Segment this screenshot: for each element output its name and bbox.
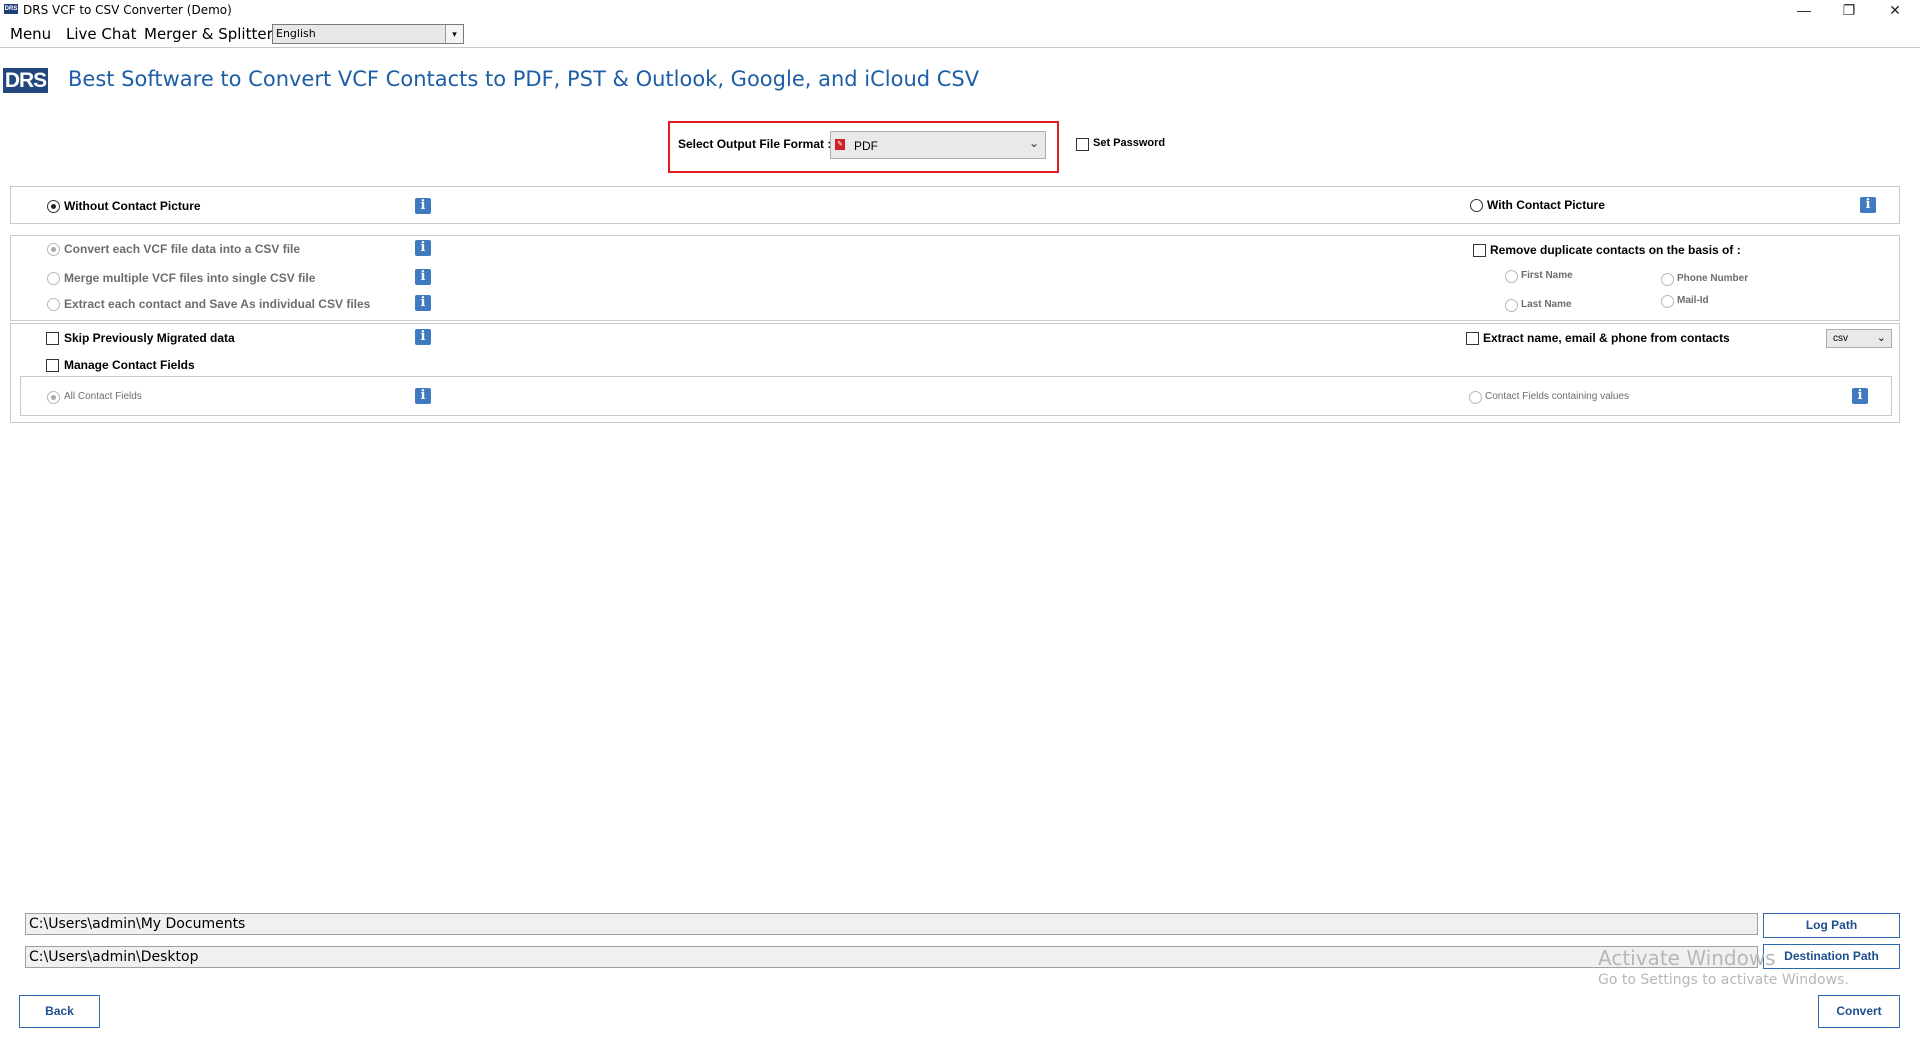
menu-item-menu[interactable]: Menu [10,25,51,43]
all-fields-radio[interactable] [47,391,60,404]
destination-path-button[interactable]: Destination Path [1763,944,1900,969]
without-picture-label: Without Contact Picture [64,199,201,213]
menu-divider [0,47,1920,48]
info-icon[interactable]: i [415,240,431,256]
values-fields-label: Contact Fields containing values [1485,391,1629,402]
convert-each-label: Convert each VCF file data into a CSV fi… [64,242,301,256]
dup-last-name-label: Last Name [1521,299,1572,310]
merge-multiple-label: Merge multiple VCF files into single CSV… [64,271,316,285]
info-icon[interactable]: i [415,295,431,311]
minimize-button[interactable]: — [1781,0,1827,22]
destination-path-field[interactable]: C:\Users\admin\Desktop [25,946,1758,968]
info-icon[interactable]: i [415,269,431,285]
language-select[interactable]: English ▾ [272,24,464,44]
page-headline: Best Software to Convert VCF Contacts to… [68,67,980,91]
all-fields-label: All Contact Fields [64,391,142,402]
with-picture-label: With Contact Picture [1487,198,1605,212]
info-icon[interactable]: i [415,388,431,404]
dup-last-name-radio[interactable] [1505,299,1518,312]
dup-phone-number-radio[interactable] [1661,273,1674,286]
chevron-down-icon: ⌄ [1876,332,1886,344]
language-value: English [276,27,316,40]
dup-mail-id-radio[interactable] [1661,295,1674,308]
values-fields-radio[interactable] [1469,391,1482,404]
skip-migrated-checkbox[interactable] [46,332,59,345]
extract-each-label: Extract each contact and Save As individ… [64,297,371,311]
extract-format-value: csv [1833,333,1848,344]
pdf-icon: ✎ [835,139,845,150]
close-button[interactable]: ✕ [1872,0,1918,22]
info-icon[interactable]: i [1852,388,1868,404]
set-password-checkbox[interactable] [1076,138,1089,151]
manage-fields-label: Manage Contact Fields [64,358,195,372]
remove-duplicates-checkbox[interactable] [1473,244,1486,257]
extract-contacts-label: Extract name, email & phone from contact… [1483,331,1730,345]
skip-migrated-label: Skip Previously Migrated data [64,331,235,345]
menu-item-live-chat[interactable]: Live Chat [66,25,136,43]
dup-phone-number-label: Phone Number [1677,273,1749,284]
dup-mail-id-label: Mail-Id [1677,295,1709,306]
menu-item-merger-splitter[interactable]: Merger & Splitter [144,25,273,43]
activate-windows-watermark: Activate Windows [1598,946,1776,970]
log-path-button[interactable]: Log Path [1763,913,1900,938]
back-button[interactable]: Back [19,995,100,1028]
extract-format-select[interactable]: csv ⌄ [1826,329,1892,348]
log-path-field[interactable]: C:\Users\admin\My Documents [25,913,1758,935]
output-format-value: PDF [854,139,878,153]
info-icon[interactable]: i [415,329,431,345]
info-icon[interactable]: i [415,198,431,214]
remove-duplicates-label: Remove duplicate contacts on the basis o… [1490,243,1741,257]
extract-contacts-checkbox[interactable] [1466,332,1479,345]
window-title: DRS VCF to CSV Converter (Demo) [23,3,232,17]
app-icon: DRS [4,4,18,14]
chevron-down-icon: ⌄ [1028,136,1039,150]
manage-fields-checkbox[interactable] [46,359,59,372]
convert-each-radio[interactable] [47,243,60,256]
with-picture-radio[interactable] [1470,199,1483,212]
restore-button[interactable]: ❐ [1826,0,1872,22]
dup-first-name-label: First Name [1521,270,1573,281]
without-picture-radio[interactable] [47,200,60,213]
title-bar: DRS DRS VCF to CSV Converter (Demo) — ❐ … [0,0,1920,22]
output-format-select[interactable]: ✎ PDF ⌄ [830,131,1046,159]
info-icon[interactable]: i [1860,197,1876,213]
picture-options-panel [10,186,1900,224]
convert-button[interactable]: Convert [1818,995,1900,1028]
merge-multiple-radio[interactable] [47,272,60,285]
extract-each-radio[interactable] [47,298,60,311]
set-password-label: Set Password [1093,137,1166,149]
chevron-down-icon: ▾ [445,25,463,43]
drs-logo: DRS [3,68,48,93]
activate-windows-hint: Go to Settings to activate Windows. [1598,972,1849,988]
output-format-label: Select Output File Format : [678,137,832,151]
dup-first-name-radio[interactable] [1505,270,1518,283]
